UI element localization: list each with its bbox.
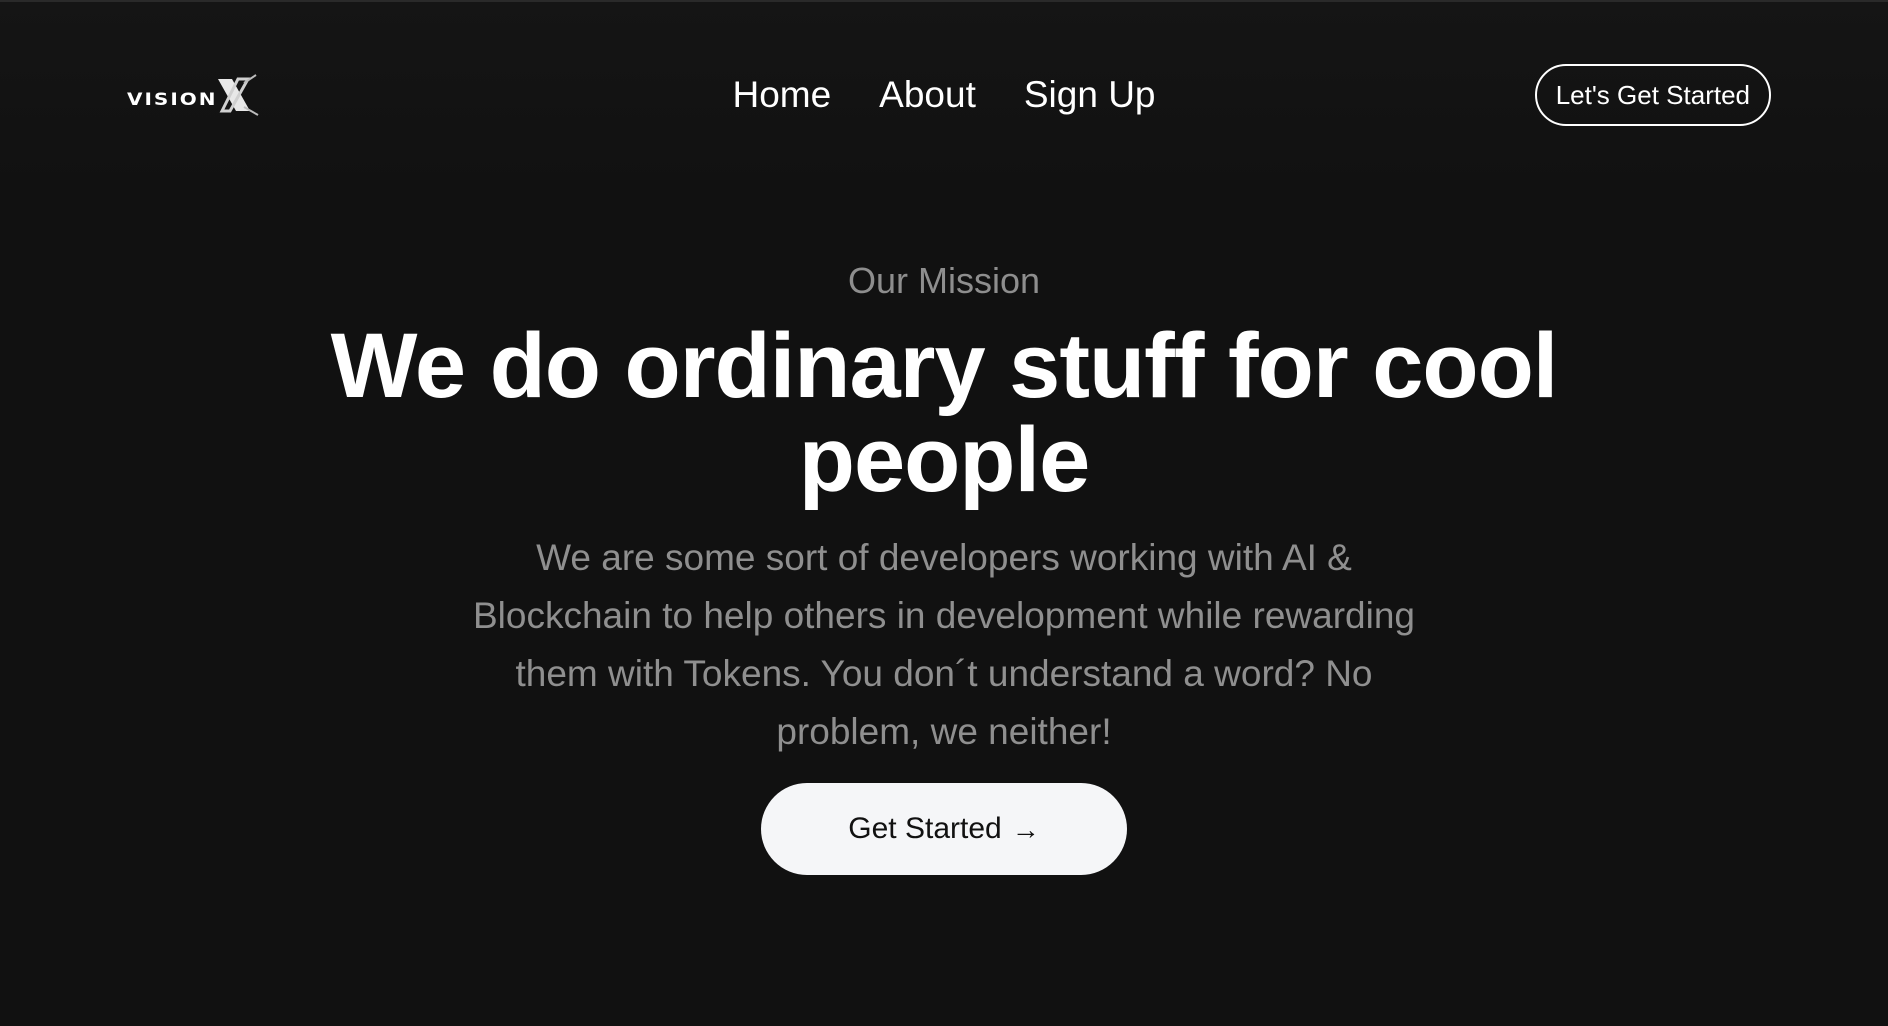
hero-eyebrow: Our Mission xyxy=(847,260,1041,301)
hero-headline: We do ordinary stuff for cool people xyxy=(330,315,1559,511)
nav-signup-link[interactable]: Sign Up xyxy=(1024,73,1156,117)
get-started-label: Get Started xyxy=(848,812,1002,845)
site-header: VISION Home About Sign Up Let's Get Star… xyxy=(0,60,1888,132)
landing-page: VISION Home About Sign Up Let's Get Star… xyxy=(0,0,1888,1026)
nav-home-link[interactable]: Home xyxy=(732,73,831,117)
hero-description: We are some sort of developers working w… xyxy=(473,537,1415,752)
arrow-right-icon: → xyxy=(1011,814,1040,845)
get-started-button[interactable]: Get Started → xyxy=(761,783,1127,875)
hero-section: Our Mission We do ordinary stuff for coo… xyxy=(0,257,1888,875)
lets-get-started-button[interactable]: Let's Get Started xyxy=(1534,64,1771,126)
nav-about-link[interactable]: About xyxy=(879,73,976,117)
